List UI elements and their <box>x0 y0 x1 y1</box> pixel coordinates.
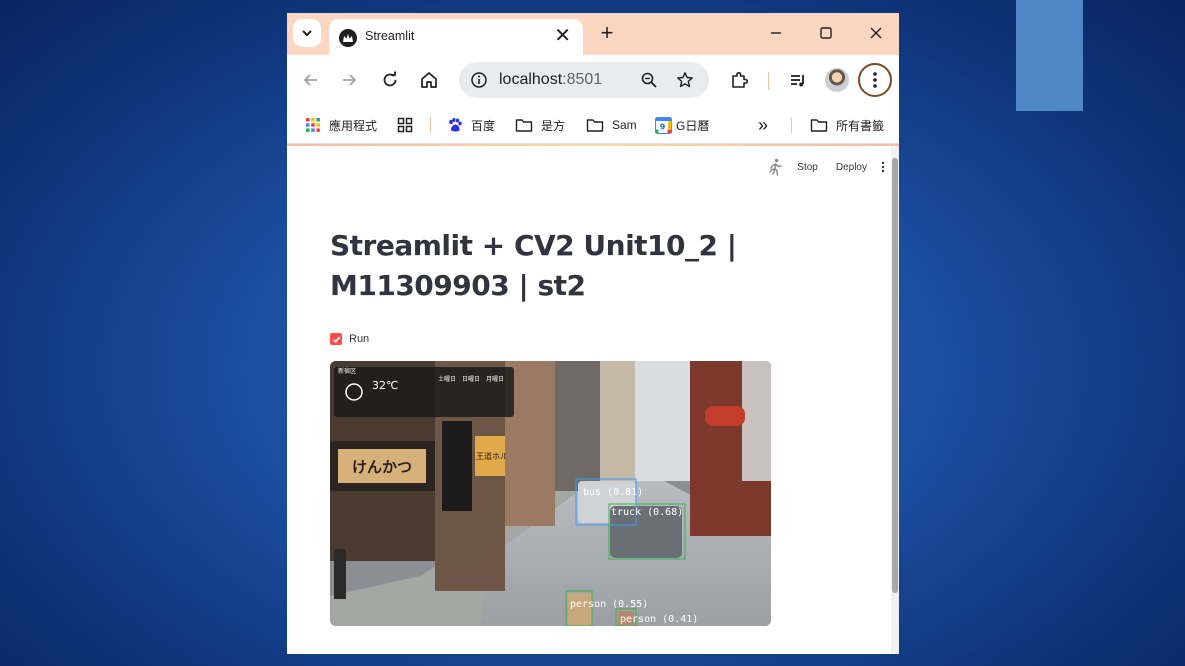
tab-close-icon[interactable]: ✕ <box>554 25 571 47</box>
scrollbar-thumb[interactable] <box>892 158 898 593</box>
main-menu-icon[interactable] <box>881 161 885 173</box>
home-icon[interactable] <box>415 66 443 94</box>
bookmark-baidu[interactable]: 百度 <box>447 115 495 135</box>
tab-title: Streamlit <box>365 29 415 43</box>
streamlit-header: Stop Deploy <box>767 157 885 177</box>
svg-text:9: 9 <box>660 122 666 131</box>
site-info-icon[interactable] <box>465 66 493 94</box>
maximize-icon[interactable] <box>814 21 838 45</box>
window-close-icon[interactable] <box>864 21 888 45</box>
tab-bar: Streamlit ✕ + <box>287 13 899 55</box>
bookmark-gcal[interactable]: 9 G日曆 <box>655 115 709 135</box>
google-calendar-icon: 9 <box>655 116 672 134</box>
bookmark-apps[interactable]: 應用程式 <box>305 115 377 135</box>
bookmark-separator <box>430 117 431 133</box>
extensions-icon[interactable] <box>725 66 753 94</box>
bookmark-sam[interactable]: Sam <box>586 115 637 135</box>
browser-window: Streamlit ✕ + localhost:8501 應用程式 百度 是方 … <box>287 13 899 654</box>
detection-label-person-1: person (0.55) <box>570 599 648 610</box>
detection-label-person-2: person (0.41) <box>620 614 698 625</box>
baidu-paw-icon <box>449 118 462 132</box>
weather-day-3: 月曜日 <box>486 376 504 383</box>
streamlit-page: Stop Deploy Streamlit + CV2 Unit10_2 | M… <box>287 146 899 654</box>
minimize-icon[interactable] <box>764 21 788 45</box>
forward-icon[interactable] <box>335 66 363 94</box>
menu-icon[interactable] <box>858 63 892 97</box>
folder-icon <box>515 119 533 132</box>
slide-decoration <box>1016 0 1083 111</box>
folder-icon <box>810 119 828 132</box>
street-scene-image: けんかつ 王道ホルモン 32℃ 土曜日 日曜日 月曜日 新宿区 bus (0.8… <box>330 361 771 626</box>
url-port: :8501 <box>562 71 603 88</box>
run-checkbox[interactable]: Run <box>330 333 369 345</box>
url-text[interactable]: localhost:8501 <box>499 71 602 89</box>
profile-avatar[interactable] <box>823 66 851 94</box>
bookmark-all[interactable]: 所有書籤 <box>810 115 884 135</box>
district-label: 新宿区 <box>338 367 356 375</box>
weather-day-1: 土曜日 <box>438 375 456 383</box>
tab-streamlit[interactable]: Streamlit ✕ <box>329 19 583 55</box>
bookmark-star-icon[interactable] <box>671 66 699 94</box>
bookmark-shifang-label: 是方 <box>541 118 566 133</box>
checkbox-checked-icon[interactable] <box>330 333 342 345</box>
bookmark-separator <box>791 117 792 133</box>
new-tab-button[interactable]: + <box>597 21 617 45</box>
bookmark-sam-label: Sam <box>612 118 637 132</box>
weather-temperature: 32℃ <box>372 379 398 392</box>
streamlit-favicon <box>339 29 357 47</box>
apps-grid-icon <box>306 118 320 132</box>
bookmark-baidu-label: 百度 <box>471 118 496 133</box>
bookmark-shifang[interactable]: 是方 <box>515 115 565 135</box>
video-frame: けんかつ 王道ホルモン 32℃ 土曜日 日曜日 月曜日 新宿区 bus (0.8… <box>330 361 771 626</box>
folder-icon <box>586 119 604 132</box>
bookmarks-bar: 應用程式 百度 是方 Sam 9 G日曆 » 所有書籤 <box>287 107 899 144</box>
page-title: Streamlit + CV2 Unit10_2 | M11309903 | s… <box>330 229 737 302</box>
reload-icon[interactable] <box>376 66 404 94</box>
bookmark-gcal-label: G日曆 <box>676 118 710 133</box>
back-icon[interactable] <box>297 66 325 94</box>
detection-label-bus: bus (0.81) <box>583 487 643 498</box>
page-scrollbar[interactable] <box>891 146 899 654</box>
browser-toolbar: localhost:8501 <box>287 55 899 107</box>
bookmark-tab-groups[interactable] <box>397 115 413 135</box>
toolbar-separator <box>768 72 769 90</box>
chevron-down-icon <box>302 30 312 37</box>
shop-sign-kenkatsu: けんかつ <box>352 458 412 476</box>
detection-label-truck: truck (0.68) <box>611 507 683 518</box>
weather-day-2: 日曜日 <box>462 376 480 383</box>
media-icon[interactable] <box>784 66 812 94</box>
stop-button[interactable]: Stop <box>797 162 818 173</box>
address-bar[interactable]: localhost:8501 <box>459 62 709 98</box>
deploy-button[interactable]: Deploy <box>836 162 867 173</box>
bookmark-all-label: 所有書籤 <box>836 118 885 133</box>
bookmark-apps-label: 應用程式 <box>329 118 378 133</box>
url-host: localhost <box>499 71 563 88</box>
tab-list-button[interactable] <box>293 19 321 47</box>
running-man-icon <box>769 158 783 176</box>
zoom-icon[interactable] <box>635 66 663 94</box>
run-checkbox-label: Run <box>349 333 370 345</box>
tab-groups-icon <box>397 117 413 133</box>
bookmarks-overflow-icon[interactable]: » <box>758 115 768 135</box>
